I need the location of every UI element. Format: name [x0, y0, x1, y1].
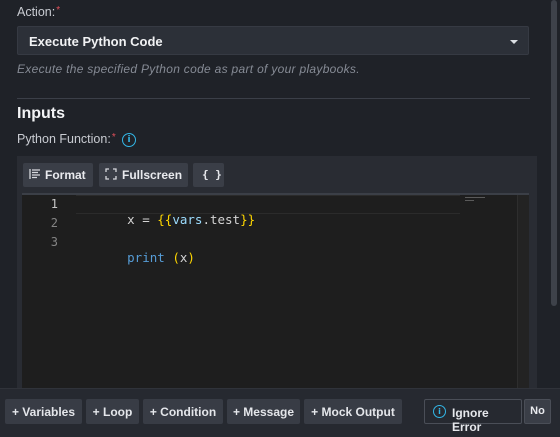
- add-mock-output-button[interactable]: + Mock Output: [304, 399, 402, 424]
- bottom-action-bar: + Variables + Loop + Condition + Message…: [0, 388, 560, 437]
- chevron-down-icon: [510, 40, 518, 44]
- minimap-line: [465, 197, 485, 198]
- required-mark: *: [111, 132, 116, 143]
- python-function-label-text: Python Function:: [17, 132, 111, 146]
- code-token: vars: [172, 212, 203, 227]
- line-number: 3: [50, 235, 58, 249]
- add-message-button[interactable]: + Message: [227, 399, 300, 424]
- action-select[interactable]: Execute Python Code: [17, 26, 529, 55]
- add-message-label: + Message: [232, 405, 295, 419]
- fullscreen-button[interactable]: Fullscreen: [99, 163, 188, 187]
- format-label: Format: [45, 168, 86, 182]
- code-area[interactable]: 1 2 3 x = {{vars.test}} print (x): [22, 193, 529, 394]
- action-label: Action:*: [17, 5, 60, 19]
- code-editor-panel: Format Fullscreen { } 1 2 3 x = {{vars.t…: [17, 156, 537, 394]
- code-token: .: [202, 212, 210, 227]
- add-loop-label: + Loop: [92, 405, 133, 419]
- code-token: =: [134, 212, 158, 227]
- editor-scrollbar[interactable]: [517, 195, 529, 394]
- python-function-label: Python Function:*: [17, 132, 116, 146]
- add-variables-button[interactable]: + Variables: [5, 399, 82, 424]
- info-icon[interactable]: i: [433, 405, 446, 418]
- code-token: print: [127, 250, 165, 265]
- add-variables-label: + Variables: [11, 405, 76, 419]
- required-mark: *: [56, 5, 61, 16]
- inputs-section-title: Inputs: [17, 105, 65, 122]
- action-label-text: Action:: [17, 5, 56, 19]
- action-helper-text: Execute the specified Python code as par…: [17, 62, 360, 76]
- code-token: ): [187, 250, 195, 265]
- code-minimap[interactable]: [465, 195, 489, 205]
- line-number: 2: [50, 216, 58, 230]
- add-loop-button[interactable]: + Loop: [86, 399, 139, 424]
- section-divider: [17, 98, 530, 99]
- format-button[interactable]: Format: [23, 163, 93, 187]
- ignore-error-label: Ignore Error: [452, 406, 489, 434]
- code-token: {{: [157, 212, 173, 227]
- add-condition-button[interactable]: + Condition: [143, 399, 223, 424]
- page-scrollbar[interactable]: [551, 0, 557, 306]
- ignore-error-control[interactable]: i Ignore Error: [424, 399, 522, 434]
- action-select-value: Execute Python Code: [29, 34, 163, 49]
- format-lines-icon: [29, 168, 41, 183]
- info-icon[interactable]: i: [122, 133, 136, 147]
- add-mock-output-label: + Mock Output: [311, 405, 395, 419]
- line-number: 1: [50, 197, 58, 211]
- code-line-3: print (x): [82, 235, 195, 280]
- fullscreen-corners-icon: [105, 168, 117, 183]
- code-token: (: [172, 250, 180, 265]
- braces-label: { }: [202, 168, 222, 181]
- braces-button[interactable]: { }: [193, 163, 224, 187]
- code-token: test: [209, 212, 241, 227]
- ignore-error-toggle[interactable]: No: [524, 399, 551, 424]
- code-token: x: [127, 212, 135, 227]
- code-token: }}: [240, 212, 256, 227]
- minimap-line: [465, 200, 474, 201]
- add-condition-label: + Condition: [149, 405, 217, 419]
- fullscreen-label: Fullscreen: [122, 168, 183, 182]
